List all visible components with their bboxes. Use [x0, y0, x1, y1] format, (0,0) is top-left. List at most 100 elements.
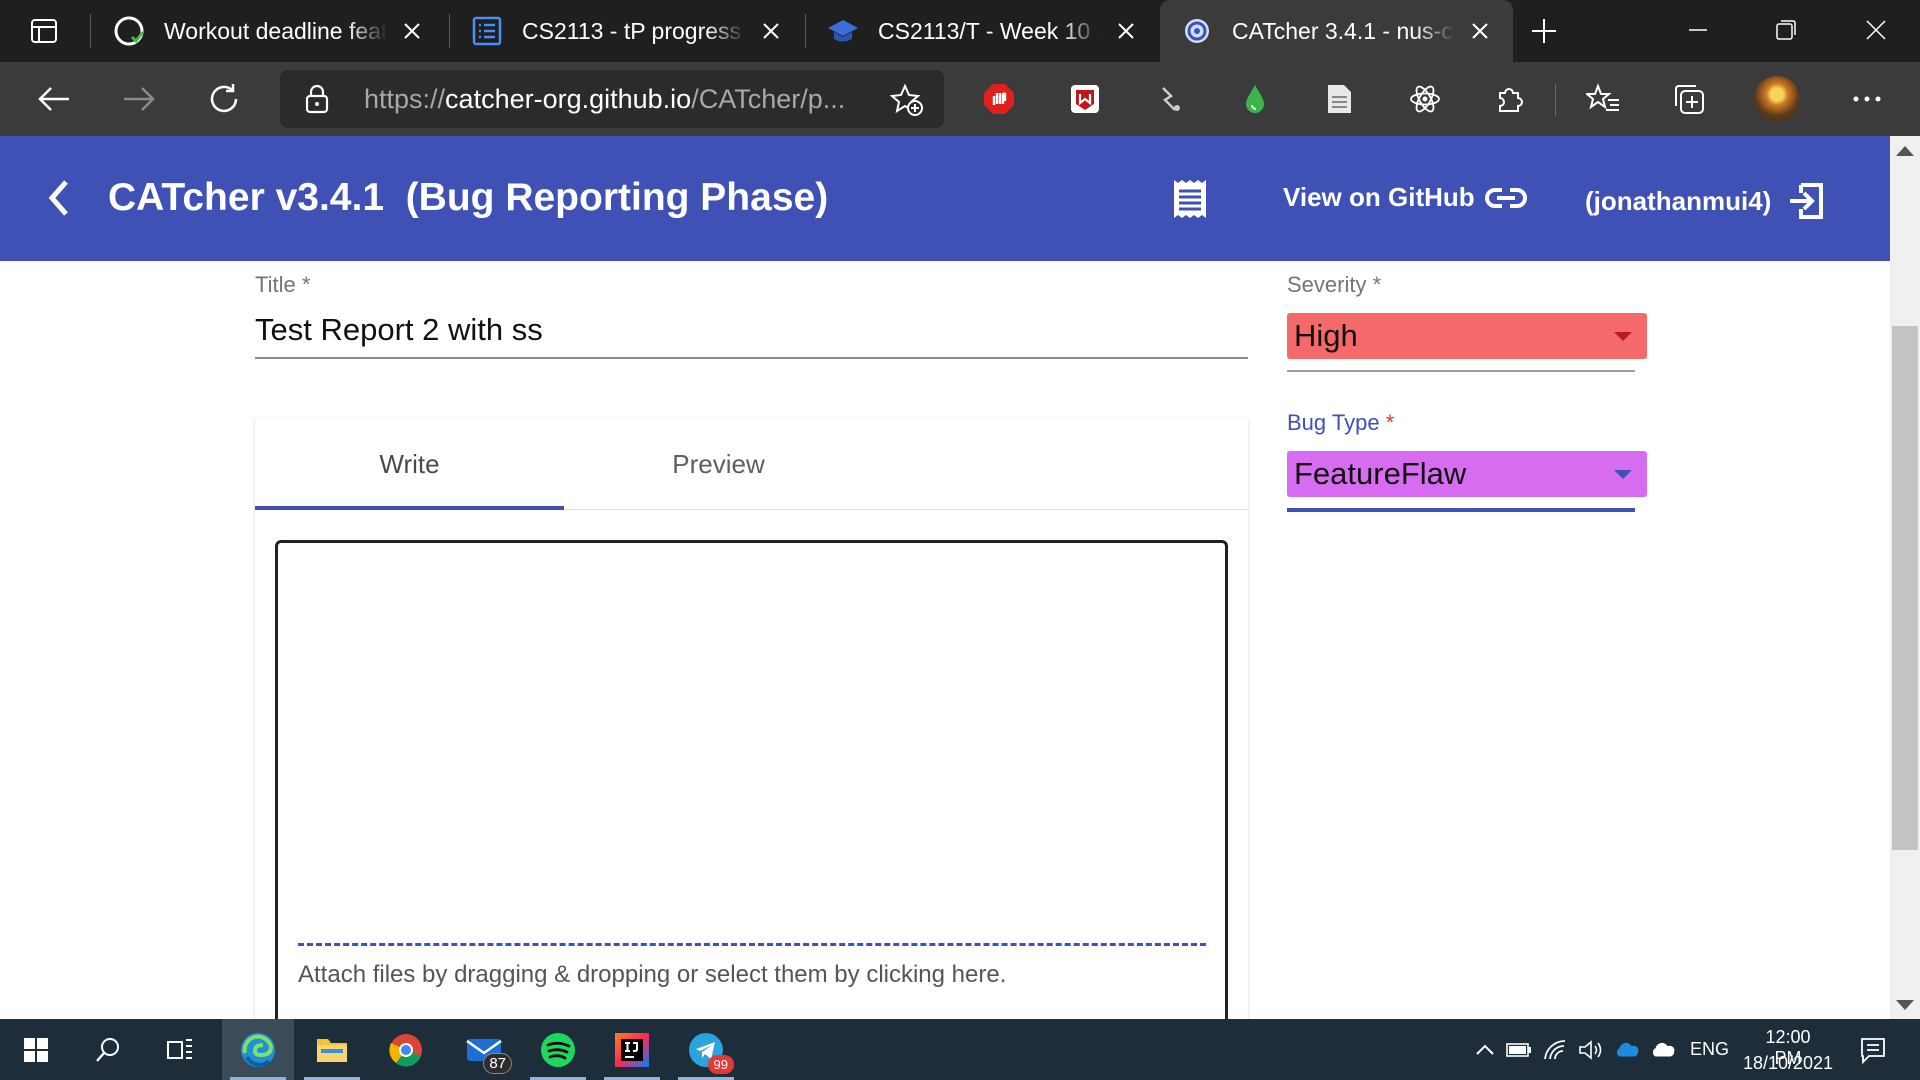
minimize-icon[interactable] [1676, 10, 1720, 50]
close-tab-icon[interactable] [1465, 16, 1495, 46]
tab-title: CS2113/T - Week 10 - [878, 17, 1101, 45]
telegram-unread-badge: 99 [707, 1055, 734, 1074]
severity-underline [1287, 370, 1635, 372]
close-tab-icon[interactable] [1111, 16, 1141, 46]
attach-files-hint[interactable]: Attach files by dragging & dropping or s… [298, 961, 1006, 989]
refresh-icon[interactable] [202, 77, 246, 121]
dropdown-arrow-icon [1614, 470, 1632, 479]
tab-preview[interactable]: Preview [564, 418, 873, 510]
title-input-underline [255, 357, 1248, 359]
back-chevron-icon[interactable] [42, 176, 76, 220]
windows-taskbar: 87 99 ENG 12:00 PM 18/10/2021 [0, 1019, 1920, 1080]
react-devtools-icon[interactable] [1408, 82, 1442, 116]
page-scrollbar[interactable] [1890, 136, 1920, 1019]
title-label: Title * [255, 272, 311, 297]
view-on-github-label: View on GitHub [1283, 182, 1475, 212]
browser-tab-active[interactable]: CATcher 3.4.1 - nus-cs [1160, 0, 1513, 62]
toolbar-divider [1555, 84, 1556, 116]
mail-icon[interactable]: 87 [448, 1019, 520, 1080]
attach-dropzone-divider [298, 943, 1206, 946]
scroll-up-arrow-icon[interactable] [1896, 146, 1914, 156]
browser-tab[interactable]: Workout deadline feat [92, 0, 445, 62]
severity-select[interactable]: High [1287, 313, 1647, 359]
url-text: https://catcher-org.github.io/CATcher/p.… [364, 84, 846, 114]
lightning-extension-icon[interactable] [1153, 82, 1187, 116]
close-window-icon[interactable] [1854, 10, 1898, 50]
bug-type-select[interactable]: FeatureFlaw [1287, 451, 1647, 497]
bug-type-underline [1287, 508, 1635, 512]
app-header: CATcher v3.4.1 (Bug Reporting Phase) Vie… [0, 136, 1890, 261]
add-favorite-star-icon[interactable] [889, 83, 923, 116]
search-icon[interactable] [72, 1019, 144, 1080]
browser-tab-strip: Workout deadline feat CS2113 - tP progre… [0, 0, 1920, 62]
view-on-github-button[interactable]: View on GitHub [1283, 182, 1527, 213]
dropdown-arrow-icon [1614, 332, 1632, 341]
back-arrow-icon[interactable] [32, 77, 76, 121]
show-hidden-icons-chevron-icon[interactable] [1472, 1037, 1498, 1063]
tab-actions-icon[interactable] [30, 17, 58, 45]
browser-tab[interactable]: CS2113 - tP progress d [450, 0, 804, 62]
forward-arrow-icon[interactable] [117, 77, 161, 121]
tab-separator [90, 14, 91, 48]
wifi-icon[interactable] [1542, 1037, 1568, 1063]
username-label: (jonathanmui4) [1585, 185, 1772, 216]
restore-icon[interactable] [1764, 10, 1808, 50]
app-title: CATcher v3.4.1 (Bug Reporting Phase) [108, 176, 829, 219]
mcafee-extension-icon[interactable] [1068, 82, 1102, 116]
logout-icon [1790, 183, 1824, 219]
severity-value: High [1294, 318, 1358, 353]
tab-title: CATcher 3.4.1 - nus-cs [1232, 17, 1455, 45]
title-input[interactable]: Test Report 2 with ss [255, 312, 543, 348]
tab-write[interactable]: Write [255, 418, 564, 510]
lock-icon[interactable] [302, 84, 332, 114]
telegram-icon[interactable]: 99 [670, 1019, 742, 1080]
browser-tab[interactable]: CS2113/T - Week 10 - [806, 0, 1159, 62]
link-icon [1484, 187, 1527, 208]
more-options-icon[interactable] [1850, 82, 1884, 116]
bug-type-label: Bug Type * [1287, 410, 1395, 435]
scroll-down-arrow-icon[interactable] [1896, 1000, 1914, 1010]
tab-title: CS2113 - tP progress d [522, 17, 746, 45]
onedrive-icon[interactable] [1614, 1037, 1640, 1063]
favorites-icon[interactable] [1586, 82, 1620, 116]
edge-taskbar-icon[interactable] [222, 1019, 294, 1080]
active-tab-indicator [255, 506, 564, 510]
graduation-cap-favicon-icon [826, 14, 860, 48]
severity-label: Severity * [1287, 272, 1382, 297]
collections-icon[interactable] [1672, 82, 1706, 116]
catcher-favicon-icon [1180, 14, 1214, 48]
task-view-icon[interactable] [144, 1019, 216, 1080]
close-tab-icon[interactable] [756, 16, 786, 46]
mail-unread-badge: 87 [483, 1053, 512, 1074]
scrollbar-thumb[interactable] [1892, 326, 1918, 850]
new-tab-plus-icon[interactable] [1527, 14, 1561, 48]
chrome-icon[interactable] [370, 1019, 442, 1080]
intellij-icon[interactable] [596, 1019, 668, 1080]
document-extension-icon[interactable] [1322, 82, 1356, 116]
release-notes-icon[interactable] [1170, 178, 1210, 220]
document-favicon-icon [470, 14, 504, 48]
close-tab-icon[interactable] [397, 16, 427, 46]
tab-title: Workout deadline feat [164, 17, 387, 45]
github-favicon-icon [112, 14, 146, 48]
description-textarea[interactable]: Attach files by dragging & dropping or s… [275, 540, 1228, 1040]
file-explorer-icon[interactable] [296, 1019, 368, 1080]
editor-tabs: Write Preview [255, 418, 1248, 510]
notification-center-icon[interactable] [1858, 1035, 1888, 1065]
language-indicator[interactable]: ENG [1690, 1039, 1729, 1060]
volume-icon[interactable] [1578, 1037, 1604, 1063]
spotify-icon[interactable] [522, 1019, 594, 1080]
extensions-puzzle-icon[interactable] [1493, 82, 1527, 116]
bug-type-value: FeatureFlaw [1294, 456, 1467, 491]
logout-button[interactable]: (jonathanmui4) [1585, 182, 1825, 220]
clock-date[interactable]: 18/10/2021 [1741, 1053, 1835, 1074]
green-drop-extension-icon[interactable] [1238, 82, 1272, 116]
start-windows-icon[interactable] [0, 1019, 72, 1080]
profile-avatar[interactable] [1754, 76, 1800, 122]
browser-toolbar: https://catcher-org.github.io/CATcher/p.… [0, 62, 1920, 136]
description-editor: Write Preview Attach files by dragging &… [255, 418, 1248, 1040]
cloud-icon[interactable] [1650, 1037, 1676, 1063]
address-bar[interactable]: https://catcher-org.github.io/CATcher/p.… [280, 70, 944, 128]
adblock-extension-icon[interactable] [982, 82, 1016, 116]
battery-icon[interactable] [1506, 1037, 1532, 1063]
